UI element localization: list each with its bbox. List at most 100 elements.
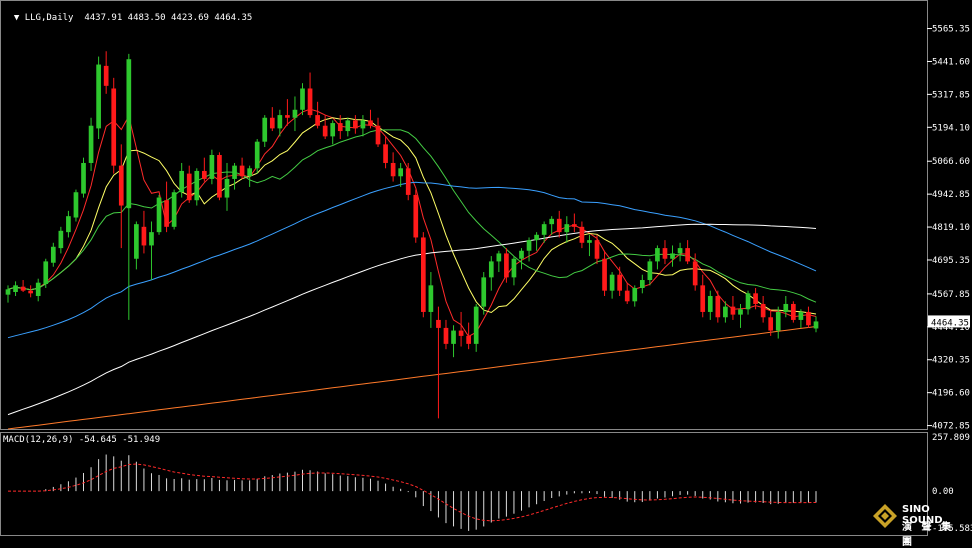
candle-body	[677, 248, 683, 254]
price-tick-label: 5194.10	[932, 123, 970, 133]
last-price-label: 4464.35	[931, 318, 969, 328]
sino-sound-logo: SINO SOUND 演 聲 集 團	[872, 500, 970, 548]
candle-body	[66, 216, 71, 233]
candle-body	[353, 120, 358, 129]
price-tick-label: 4320.35	[932, 356, 970, 366]
candle-body	[50, 246, 56, 263]
candle-body	[149, 232, 154, 246]
candle-body	[451, 330, 456, 344]
candle-body	[126, 59, 132, 209]
candle-body	[564, 224, 570, 233]
candle-body	[753, 293, 758, 304]
candle-body	[398, 168, 404, 177]
candle-body	[375, 125, 381, 145]
candle-body	[96, 64, 101, 129]
candle-body	[624, 290, 630, 302]
macd-tick-label: 0.00	[932, 487, 954, 497]
candle-body	[798, 311, 804, 320]
candle-body	[13, 285, 18, 292]
candle-body	[504, 253, 509, 278]
candle-body	[345, 120, 351, 132]
candle-body	[723, 306, 728, 318]
candle-body	[775, 311, 781, 331]
candle-body	[368, 120, 373, 126]
candle-body	[488, 261, 494, 278]
candle-body	[307, 88, 313, 116]
candle-body	[118, 165, 124, 206]
candle-body	[28, 290, 33, 294]
ohlc-values: 4437.91 4483.50 4423.69 4464.35	[84, 13, 253, 23]
price-tick-label: 5441.60	[932, 57, 970, 67]
candle-body	[556, 218, 562, 233]
candle-body	[549, 218, 555, 225]
candle-body	[745, 293, 751, 310]
candle-body	[466, 335, 471, 344]
macd-panel-border	[0, 432, 928, 536]
candle-body	[587, 240, 592, 243]
candle-body	[201, 170, 207, 179]
candle-body	[534, 234, 539, 241]
candle-body	[436, 319, 441, 328]
candle-body	[111, 88, 117, 166]
candle-body	[458, 330, 464, 336]
candle-body	[224, 178, 230, 198]
candle-body	[390, 162, 396, 177]
candle-body	[254, 141, 260, 169]
candle-body	[300, 88, 305, 110]
candle-body	[88, 125, 94, 163]
chart-header: ▼ LLG,Daily 4437.91 4483.50 4423.69 4464…	[3, 3, 252, 23]
candle-body	[594, 240, 600, 259]
candle-body	[707, 295, 713, 312]
candle-body	[103, 65, 109, 86]
candle-body	[609, 274, 615, 291]
price-tick-label: 5565.35	[932, 25, 970, 35]
price-axis: 5565.35 5441.60 5317.85 5194.10 5066.60 4942.…	[927, 25, 970, 432]
candle-body	[292, 109, 298, 118]
candle-body	[473, 306, 479, 344]
candle-body	[617, 274, 623, 291]
candle-body	[481, 277, 487, 307]
candle-body	[141, 226, 147, 246]
candle-body	[330, 123, 336, 137]
candle-body	[806, 311, 811, 326]
candle-body	[715, 295, 721, 318]
price-tick-label: 4819.10	[932, 223, 970, 233]
candle-body	[647, 261, 653, 281]
candle-body	[171, 192, 177, 227]
candle-body	[315, 115, 320, 126]
candle-body	[526, 240, 532, 251]
candle-body	[337, 123, 343, 132]
price-tick-label: 4942.85	[932, 190, 970, 200]
chart-canvas: 5565.35 5441.60 5317.85 5194.10 5066.60 4942.…	[0, 0, 972, 536]
candle-body	[20, 286, 26, 291]
candle-body	[541, 224, 547, 235]
candle-body	[247, 168, 252, 177]
candle-body	[496, 253, 502, 262]
candle-body	[232, 165, 237, 179]
candle-body	[277, 115, 283, 129]
triangle-down-icon[interactable]: ▼	[14, 13, 19, 23]
candle-body	[360, 120, 366, 129]
logo-subtitle: 演 聲 集 團	[902, 522, 954, 548]
price-tick-label: 5317.85	[932, 90, 970, 100]
candle-body	[262, 117, 268, 142]
candle-body	[519, 250, 524, 259]
macd-tick-label: 257.809	[932, 433, 970, 443]
candle-body	[43, 261, 49, 285]
candle-body	[730, 306, 736, 315]
candle-body	[443, 327, 449, 344]
candle-body	[194, 170, 200, 201]
macd-histogram	[8, 454, 817, 531]
candle-body	[156, 197, 162, 233]
chart-frame	[0, 0, 928, 536]
candle-body	[81, 162, 86, 194]
candle-body	[269, 117, 275, 129]
candle-body	[35, 282, 41, 296]
candle-body	[760, 303, 766, 318]
candle-body	[572, 224, 577, 227]
price-tick-label: 4072.85	[932, 422, 970, 432]
main-panel-border	[0, 0, 928, 430]
candle-body	[134, 224, 139, 259]
candle-body	[239, 165, 245, 177]
candle-body	[186, 173, 192, 201]
